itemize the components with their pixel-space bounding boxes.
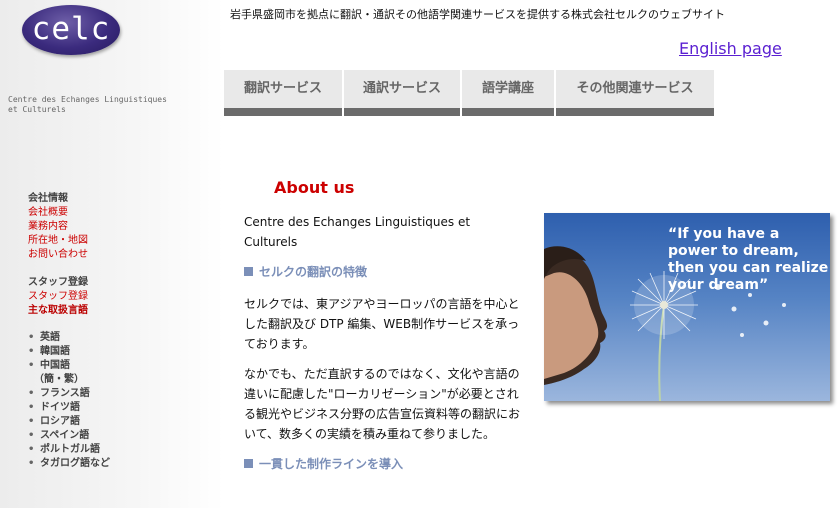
list-item: • タガログ語など [24,457,110,471]
section-title: 一貫した制作ラインを導入 [259,457,404,471]
sidebar-link-staff-registration[interactable]: スタッフ登録 [28,290,218,304]
list-item: （簡・繁） [24,373,110,387]
staff-registration-heading: スタッフ登録 [28,277,88,288]
intro-text: Centre des Echanges Linguistiques et Cul… [244,215,471,249]
logo-text: celc [31,11,111,47]
language-label: 中国語 [40,360,70,371]
square-bullet-icon [244,267,253,276]
bullet-icon: • [28,402,35,413]
language-label: ドイツ語 [40,402,80,413]
sidebar-link-location-map[interactable]: 所在地・地図 [28,234,218,248]
list-item: • ドイツ語 [24,401,110,415]
language-label: 英語 [40,332,60,343]
paragraph: なかでも、ただ直訳するのではなく、文化や言語の違いに配慮した"ローカリゼーション… [244,367,521,441]
section-title: セルクの翻訳の特徴 [259,265,368,279]
sidebar-link-company-overview[interactable]: 会社概要 [28,206,218,220]
language-label: ロシア語 [40,416,80,427]
sidebar-nav: 会社情報 会社概要 業務内容 所在地・地図 お問い合わせ スタッフ登録 スタッフ… [28,192,218,318]
company-info-heading: 会社情報 [28,193,68,204]
paragraph: セルクでは、東アジアやヨーロッパの言語を中心とした翻訳及び DTP 編集、WEB… [244,297,520,351]
language-label: スペイン語 [40,430,90,441]
language-list: • 英語 • 韓国語 • 中国語 （簡・繁） • フランス語 • ドイツ語 • ロシア語 •… [24,331,110,471]
bullet-icon: • [28,444,35,455]
sidebar-link-business[interactable]: 業務内容 [28,220,218,234]
sidebar-link-contact[interactable]: お問い合わせ [28,248,218,262]
bullet-icon: • [28,332,35,343]
list-item: • ロシア語 [24,415,110,429]
bullet-icon: • [28,346,35,357]
sidebar-link-languages[interactable]: 主な取扱言語 [28,304,218,318]
page-title: About us [274,178,355,197]
square-bullet-icon [244,459,253,468]
language-label: 韓国語 [40,346,70,357]
site-tagline: 岩手県盛岡市を拠点に翻訳・通訳その他語学関連サービスを提供する株式会社セルクのウ… [230,8,725,21]
list-item: • 韓国語 [24,345,110,359]
section-heading: セルクの翻訳の特徴 [244,262,522,282]
logo-subtitle: Centre des Echanges Linguistiques et Cul… [8,95,167,114]
logo[interactable]: celc [22,5,120,55]
list-item: • 中国語 [24,359,110,373]
list-item: • フランス語 [24,387,110,401]
photo-quote: “If you have a power to dream, then you … [668,226,829,293]
tab-translation[interactable]: 翻訳サービス [224,70,342,116]
language-label: ポルトガル語 [40,444,100,455]
language-label: タガログ語など [40,458,110,469]
english-page-link[interactable]: English page [679,39,782,58]
bullet-icon: • [28,430,35,441]
tab-other-services[interactable]: その他関連サービス [556,70,714,116]
tab-interpretation[interactable]: 通訳サービス [344,70,460,116]
language-label: （簡・繁） [34,374,84,385]
bullet-icon: • [28,458,35,469]
section-heading: 一貫した制作ラインを導入 [244,454,522,474]
bullet-icon: • [28,416,35,427]
list-item: • ポルトガル語 [24,443,110,457]
bullet-icon: • [28,360,35,371]
language-label: フランス語 [40,388,90,399]
bullet-icon: • [28,388,35,399]
hero-photo: “If you have a power to dream, then you … [544,213,830,401]
tab-language-courses[interactable]: 語学講座 [462,70,554,116]
main-content: Centre des Echanges Linguistiques et Cul… [244,212,522,486]
list-item: • スペイン語 [24,429,110,443]
list-item: • 英語 [24,331,110,345]
